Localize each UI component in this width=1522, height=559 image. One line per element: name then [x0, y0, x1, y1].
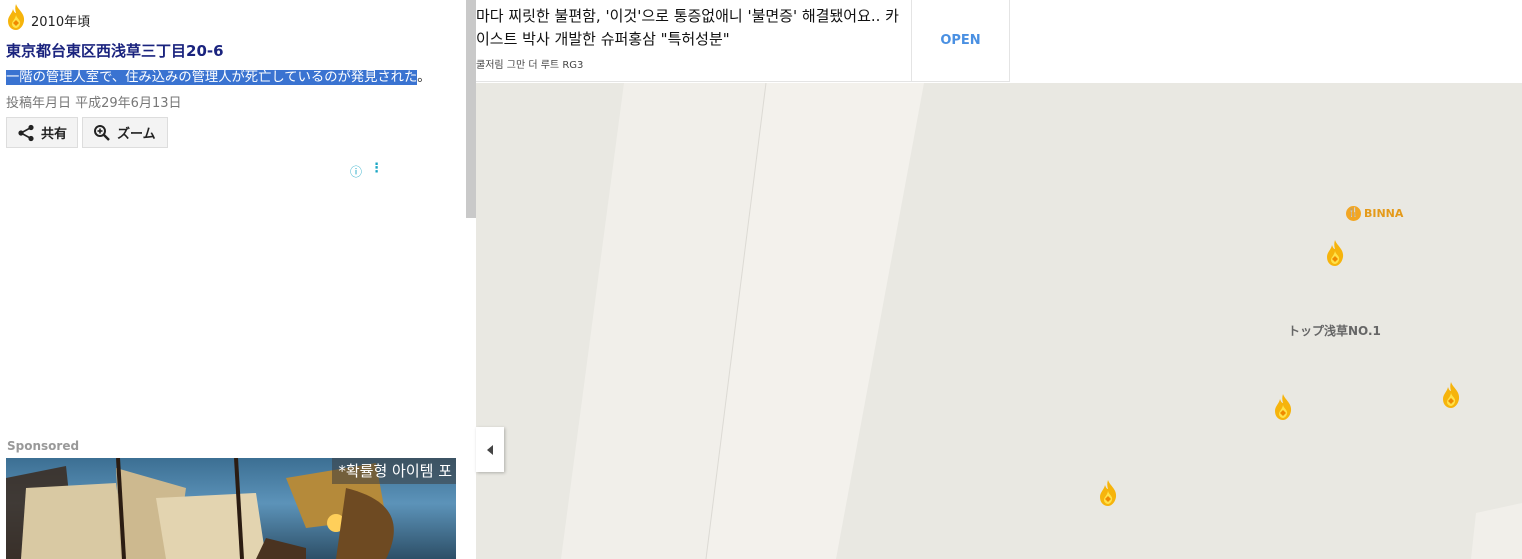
- map-canvas[interactable]: 🍴 BINNA トップ浅草NO.1: [476, 83, 1522, 559]
- share-button[interactable]: 共有: [6, 117, 78, 148]
- incident-description: 一階の管理人室で、住み込みの管理人が死亡しているのが発見された。: [6, 66, 431, 85]
- info-icon[interactable]: ⓘ: [350, 163, 362, 180]
- description-highlighted: 一階の管理人室で、住み込みの管理人が死亡しているのが発見された: [6, 70, 418, 85]
- era-label: 2010年頃: [31, 14, 91, 30]
- open-button[interactable]: OPEN: [912, 0, 1010, 81]
- collapse-panel-button[interactable]: [476, 427, 504, 472]
- chevron-left-icon: [487, 444, 493, 455]
- fire-icon: [1443, 382, 1460, 408]
- poi-binna[interactable]: 🍴 BINNA: [1346, 206, 1403, 221]
- share-label: 共有: [41, 127, 68, 142]
- poi-binna-label: BINNA: [1364, 207, 1404, 220]
- more-options-icon[interactable]: ⋮: [370, 161, 383, 176]
- info-panel: 2010年頃 東京都台東区西浅草三丁目20-6 一階の管理人室で、住み込みの管理…: [0, 0, 476, 559]
- fire-marker[interactable]: [1097, 479, 1119, 507]
- restaurant-icon: 🍴: [1346, 206, 1361, 221]
- sponsored-ad-image[interactable]: *확률형 아이템 포: [6, 458, 456, 559]
- posted-date: 投稿年月日 平成29年6月13日: [6, 96, 182, 111]
- ad-headline[interactable]: 마다 찌릿한 불편함, '이것'으로 통증없애니 '불면증' 해결됐어요.. 카…: [476, 5, 906, 51]
- fire-icon: [1327, 240, 1344, 266]
- description-tail: 。: [417, 70, 431, 85]
- fire-icon: [1275, 394, 1292, 420]
- poi-building-label[interactable]: トップ浅草NO.1: [1288, 322, 1381, 339]
- fire-icon: [5, 3, 27, 31]
- fire-marker[interactable]: [1440, 381, 1462, 409]
- zoom-label: ズーム: [117, 127, 156, 142]
- ad-source: 쿨저림 그만 더 루트 RG3: [476, 60, 584, 71]
- map-base: [476, 83, 1522, 559]
- fire-marker[interactable]: [1324, 239, 1346, 267]
- fire-marker[interactable]: [1272, 393, 1294, 421]
- share-icon: [18, 124, 34, 141]
- era-row: 2010年頃: [5, 3, 90, 31]
- top-banner-ad[interactable]: 마다 찌릿한 불편함, '이것'으로 통증없애니 '불면증' 해결됐어요.. 카…: [476, 0, 1010, 82]
- panel-scrollbar[interactable]: [466, 0, 476, 218]
- ad-caption: *확률형 아이템 포: [332, 458, 456, 484]
- zoom-button[interactable]: ズーム: [82, 117, 168, 148]
- zoom-in-icon: [94, 124, 110, 141]
- address-title: 東京都台東区西浅草三丁目20-6: [6, 42, 224, 60]
- fire-icon: [1100, 480, 1117, 506]
- sponsored-label: Sponsored: [7, 439, 80, 453]
